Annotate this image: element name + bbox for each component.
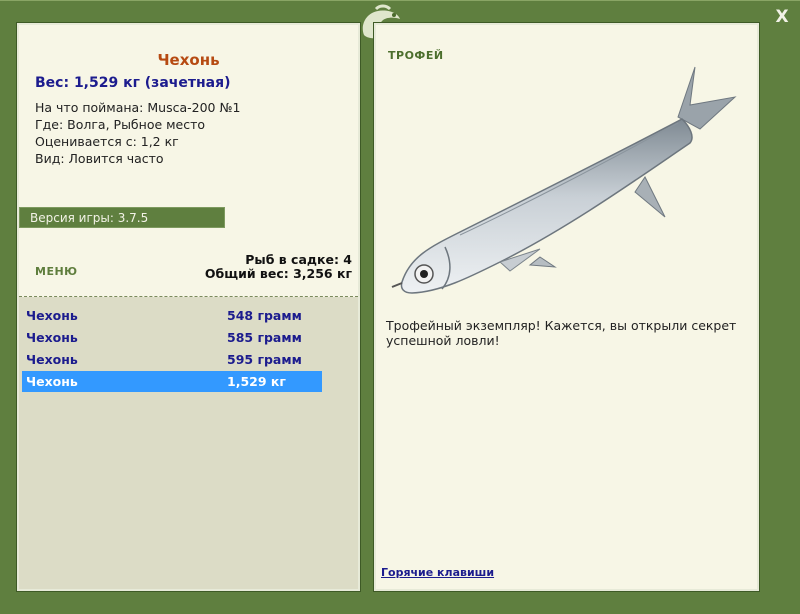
catch-list: Чехонь 548 грамм Чехонь 585 грамм Чехонь… <box>19 297 358 589</box>
list-item-weight: 595 грамм <box>227 352 302 367</box>
menu-button[interactable]: МЕНЮ <box>35 265 78 278</box>
list-item[interactable]: Чехонь 548 грамм <box>22 305 322 326</box>
hotkeys-link[interactable]: Горячие клавиши <box>381 566 494 579</box>
keepnet-count: Рыб в садке: 4 <box>245 252 352 267</box>
rated-from-text: Оценивается с: 1,2 кг <box>35 134 179 149</box>
keepnet-summary: Рыб в садке: 4 Общий вес: 3,256 кг <box>205 253 352 281</box>
fish-details: На что поймана: Musca-200 №1 Где: Волга,… <box>35 99 240 167</box>
trophy-panel: ТРОФЕЙ Трофейный экземпляр! Кажется, вы … <box>373 22 760 592</box>
location-text: Где: Волга, Рыбное место <box>35 117 206 132</box>
list-item-weight: 585 грамм <box>227 330 302 345</box>
keepnet-total-weight: Общий вес: 3,256 кг <box>204 266 352 281</box>
list-item-selected[interactable]: Чехонь 1,529 кг <box>22 371 322 392</box>
list-item[interactable]: Чехонь 585 грамм <box>22 327 322 348</box>
fish-title: Чехонь <box>157 51 220 69</box>
fish-weight: Вес: 1,529 кг (зачетная) <box>35 75 231 91</box>
list-item-name: Чехонь <box>26 330 78 345</box>
version-label: Версия игры: 3.7.5 <box>19 207 225 228</box>
fish-image <box>391 66 737 294</box>
list-item-name: Чехонь <box>26 352 78 367</box>
list-item-name: Чехонь <box>26 374 78 389</box>
trophy-description: Трофейный экземпляр! Кажется, вы открыли… <box>386 318 737 348</box>
game-window: X Чехонь Вес: 1,529 кг (зачетная) На что… <box>0 0 800 614</box>
caught-on-text: На что поймана: Musca-200 №1 <box>35 100 241 115</box>
list-item[interactable]: Чехонь 595 грамм <box>22 349 322 370</box>
close-button[interactable]: X <box>772 7 792 27</box>
list-item-weight: 548 грамм <box>227 308 302 323</box>
list-item-weight: 1,529 кг <box>227 374 286 389</box>
species-text: Вид: Ловится часто <box>35 151 164 166</box>
fish-info-panel: Чехонь Вес: 1,529 кг (зачетная) На что п… <box>16 22 361 592</box>
list-item-name: Чехонь <box>26 308 78 323</box>
